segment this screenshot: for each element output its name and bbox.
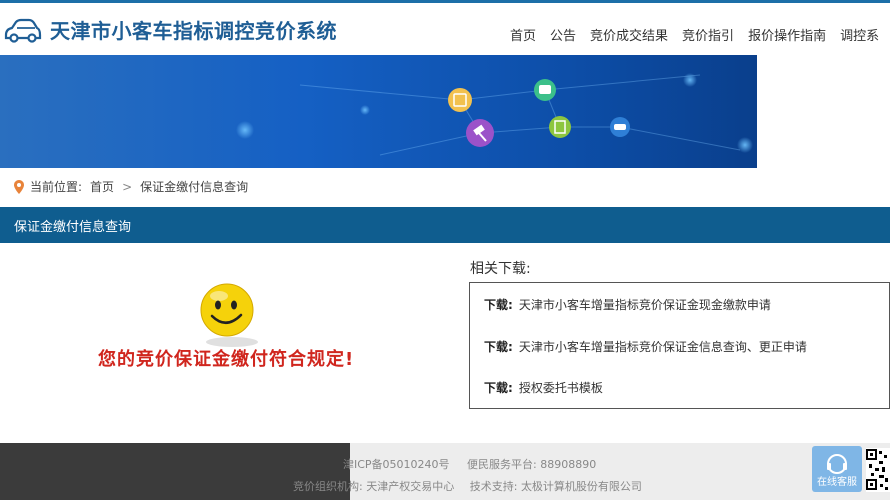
downloads-heading: 相关下载: (470, 261, 531, 277)
footer-icp: 津ICP备05010240号 便民服务平台: 88908890 (343, 456, 596, 472)
download-prefix: 下载: (484, 298, 513, 312)
download-link[interactable]: 天津市小客车增量指标竞价保证金信息查询、更正申请 (519, 340, 807, 354)
download-link[interactable]: 授权委托书模板 (519, 381, 603, 395)
nav-operation-guide[interactable]: 报价操作指南 (748, 25, 826, 44)
online-service-button[interactable]: 在线客服 (812, 446, 862, 492)
download-prefix: 下载: (484, 381, 513, 395)
location-pin-icon (14, 179, 24, 194)
headset-icon (827, 454, 847, 474)
breadcrumb-label: 当前位置: (30, 180, 83, 194)
banner-spacer (757, 55, 890, 168)
qr-code-icon (866, 448, 890, 492)
footer-hotline: 88908890 (540, 458, 597, 471)
banner-gavel-icon (466, 119, 494, 147)
breadcrumb-current: 保证金缴付信息查询 (140, 180, 249, 194)
banner-car-icon (610, 117, 630, 137)
section-title: 保证金缴付信息查询 (14, 220, 132, 235)
footer-org-label: 竞价组织机构: (293, 480, 363, 493)
smiley-face-icon (200, 283, 258, 347)
download-link[interactable]: 天津市小客车增量指标竞价保证金现金缴款申请 (519, 298, 771, 312)
banner (0, 55, 757, 168)
footer-icp-number[interactable]: 津ICP备05010240号 (343, 458, 450, 471)
download-item[interactable]: 下载: 授权委托书模板 (484, 379, 603, 396)
nav-results[interactable]: 竞价成交结果 (590, 25, 668, 44)
breadcrumb-separator: > (122, 179, 133, 194)
download-item[interactable]: 下载: 天津市小客车增量指标竞价保证金信息查询、更正申请 (484, 338, 807, 355)
banner-chat-icon (534, 79, 556, 101)
footer-support-label: 技术支持: (469, 480, 518, 493)
banner-graphic (236, 73, 753, 156)
nav-home[interactable]: 首页 (510, 25, 536, 44)
main-nav: 首页 公告 竞价成交结果 竞价指引 报价操作指南 调控系 (510, 25, 890, 44)
header: 天津市小客车指标调控竞价系统 首页 公告 竞价成交结果 竞价指引 报价操作指南 … (0, 0, 890, 55)
banner-calculator-icon (448, 88, 472, 112)
online-service-label: 在线客服 (817, 477, 857, 488)
download-item[interactable]: 下载: 天津市小客车增量指标竞价保证金现金缴款申请 (484, 296, 771, 313)
nav-announcements[interactable]: 公告 (550, 25, 576, 44)
site-title[interactable]: 天津市小客车指标调控竞价系统 (50, 15, 337, 44)
downloads-panel: 下载: 天津市小客车增量指标竞价保证金现金缴款申请 下载: 天津市小客车增量指标竞价… (469, 282, 890, 409)
result-message: 您的竞价保证金缴付符合规定! (98, 349, 355, 370)
banner-document-icon (549, 116, 571, 138)
car-logo-icon (4, 18, 42, 43)
nav-guide[interactable]: 竞价指引 (682, 25, 734, 44)
footer-org: 竞价组织机构: 天津产权交易中心 技术支持: 太极计算机股份有限公司 (293, 478, 642, 494)
footer-hotline-label: 便民服务平台: (467, 458, 537, 471)
footer-org-name: 天津产权交易中心 (366, 480, 455, 493)
breadcrumb-home[interactable]: 首页 (90, 178, 114, 195)
breadcrumb: 当前位置: 首页 > 保证金缴付信息查询 (14, 178, 248, 195)
footer-support-name: 太极计算机股份有限公司 (520, 480, 642, 493)
download-prefix: 下载: (484, 340, 513, 354)
nav-control-system[interactable]: 调控系 (840, 25, 879, 44)
section-header: 保证金缴付信息查询 (0, 207, 890, 243)
